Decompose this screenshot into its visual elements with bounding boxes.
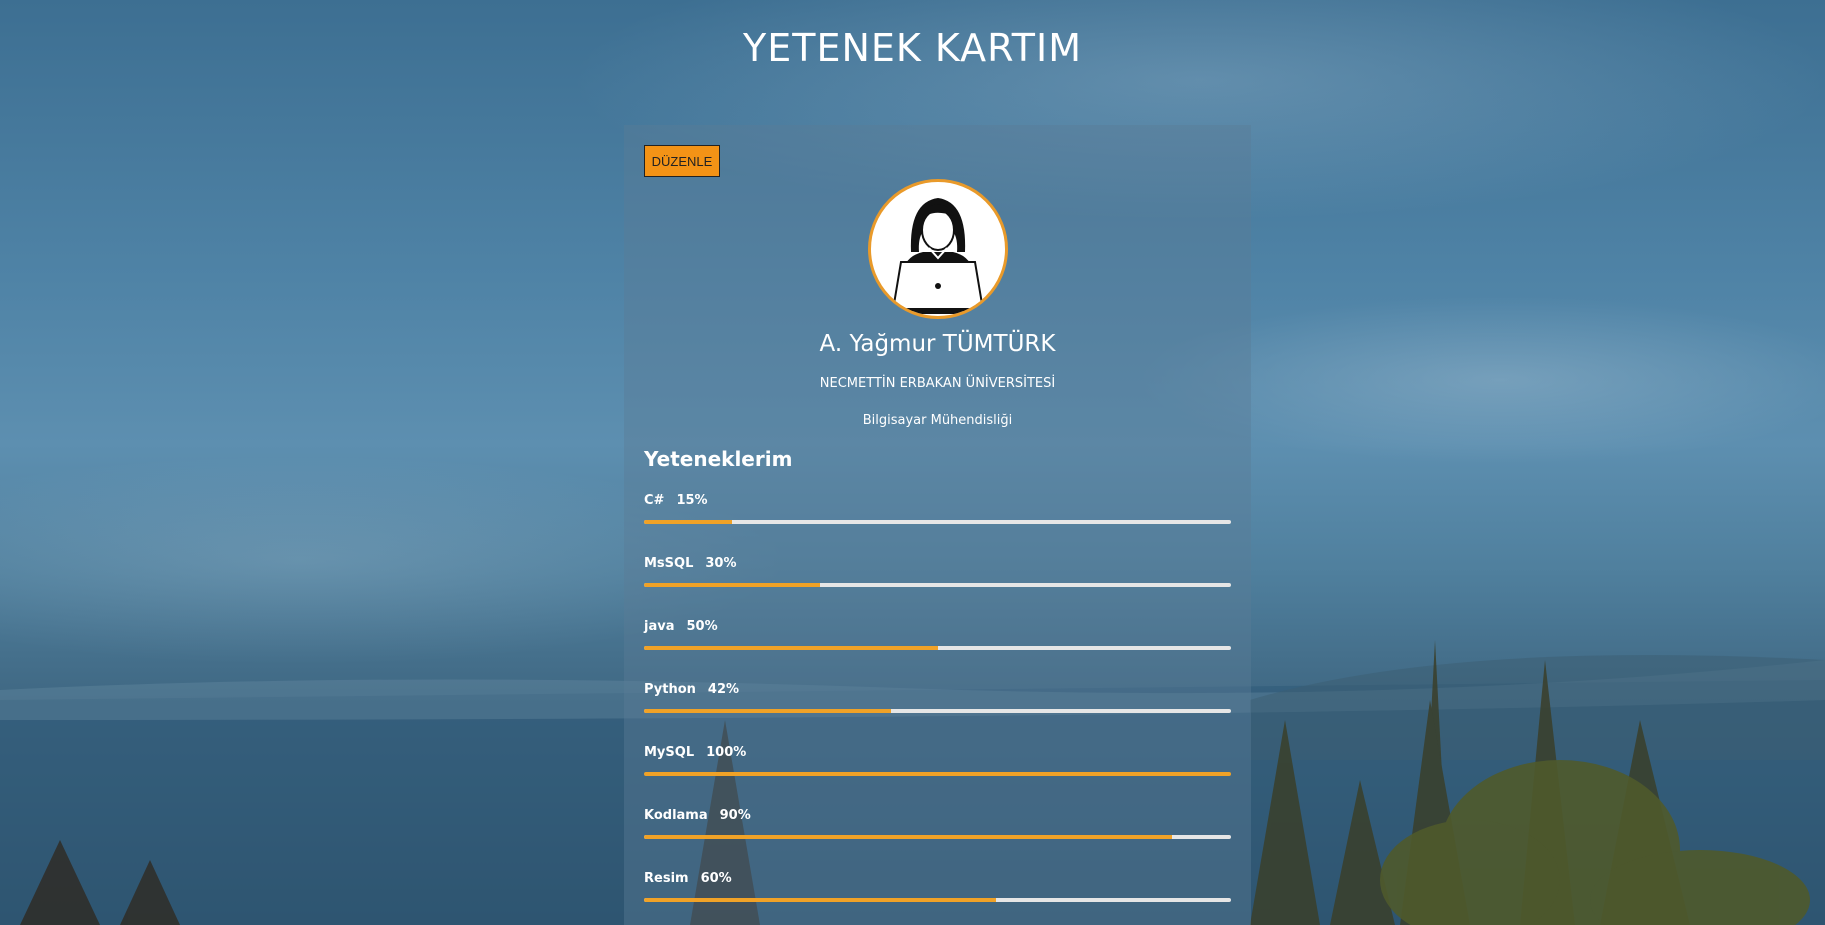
- skills-list: C# 15% MsSQL 30% java 50% Python 42% MySQL 10…: [644, 493, 1231, 925]
- skill-label: MySQL 100%: [644, 745, 1231, 763]
- skill-name: MsSQL: [644, 556, 694, 571]
- skill-progress-fill: [644, 898, 997, 902]
- page-title: YETENEK KARTIM: [743, 26, 1082, 70]
- skill-progress-fill: [644, 520, 733, 524]
- skill-progress-fill: [644, 772, 1231, 776]
- skill-name: java: [644, 619, 675, 634]
- skill-name: C#: [644, 493, 665, 508]
- skill-progress-fill: [644, 583, 821, 587]
- skill-card: DÜZENLE A. Yağmur TÜMTÜRK NECMETTİN ERBA…: [624, 125, 1251, 925]
- skill-item: MsSQL 30%: [644, 556, 1231, 619]
- skill-progress-bar: [644, 898, 1231, 902]
- skill-item: Resim 60%: [644, 871, 1231, 925]
- skill-progress-fill: [644, 646, 938, 650]
- school-name: NECMETTİN ERBAKAN ÜNİVERSİTESİ: [819, 376, 1056, 391]
- edit-button[interactable]: DÜZENLE: [644, 145, 720, 177]
- person-name: A. Yağmur TÜMTÜRK: [819, 331, 1056, 357]
- skill-label: Resim 60%: [644, 871, 1231, 889]
- skill-label: java 50%: [644, 619, 1231, 637]
- skill-progress-fill: [644, 835, 1173, 839]
- skill-name: Kodlama: [644, 808, 708, 823]
- skill-percent: 50%: [686, 619, 718, 634]
- user-with-laptop-icon: [885, 198, 991, 314]
- skill-percent: 90%: [719, 808, 751, 823]
- skill-item: Python 42%: [644, 682, 1231, 745]
- skill-progress-bar: [644, 835, 1231, 839]
- skill-progress-bar: [644, 583, 1231, 587]
- skill-percent: 42%: [707, 682, 740, 697]
- skill-progress-fill: [644, 709, 891, 713]
- skill-percent: 30%: [705, 556, 737, 571]
- department-name: Bilgisayar Mühendisliği: [862, 413, 1013, 428]
- skill-percent: 15%: [676, 493, 708, 508]
- skill-label: MsSQL 30%: [644, 556, 1231, 574]
- skill-progress-bar: [644, 520, 1231, 524]
- skill-progress-bar: [644, 709, 1231, 713]
- skill-name: MySQL: [644, 745, 695, 760]
- skill-item: java 50%: [644, 619, 1231, 682]
- skill-label: Kodlama 90%: [644, 808, 1231, 826]
- avatar: [868, 179, 1008, 319]
- skill-item: C# 15%: [644, 493, 1231, 556]
- skill-percent: 60%: [700, 871, 732, 886]
- skill-item: MySQL 100%: [644, 745, 1231, 808]
- skill-label: Python 42%: [644, 682, 1231, 700]
- skill-label: C# 15%: [644, 493, 1231, 511]
- skill-percent: 100%: [706, 745, 747, 760]
- skill-progress-bar: [644, 646, 1231, 650]
- skill-name: Python: [644, 682, 696, 697]
- skill-progress-bar: [644, 772, 1231, 776]
- skill-item: Kodlama 90%: [644, 808, 1231, 871]
- skills-heading: Yeteneklerim: [644, 447, 793, 471]
- skill-name: Resim: [644, 871, 689, 886]
